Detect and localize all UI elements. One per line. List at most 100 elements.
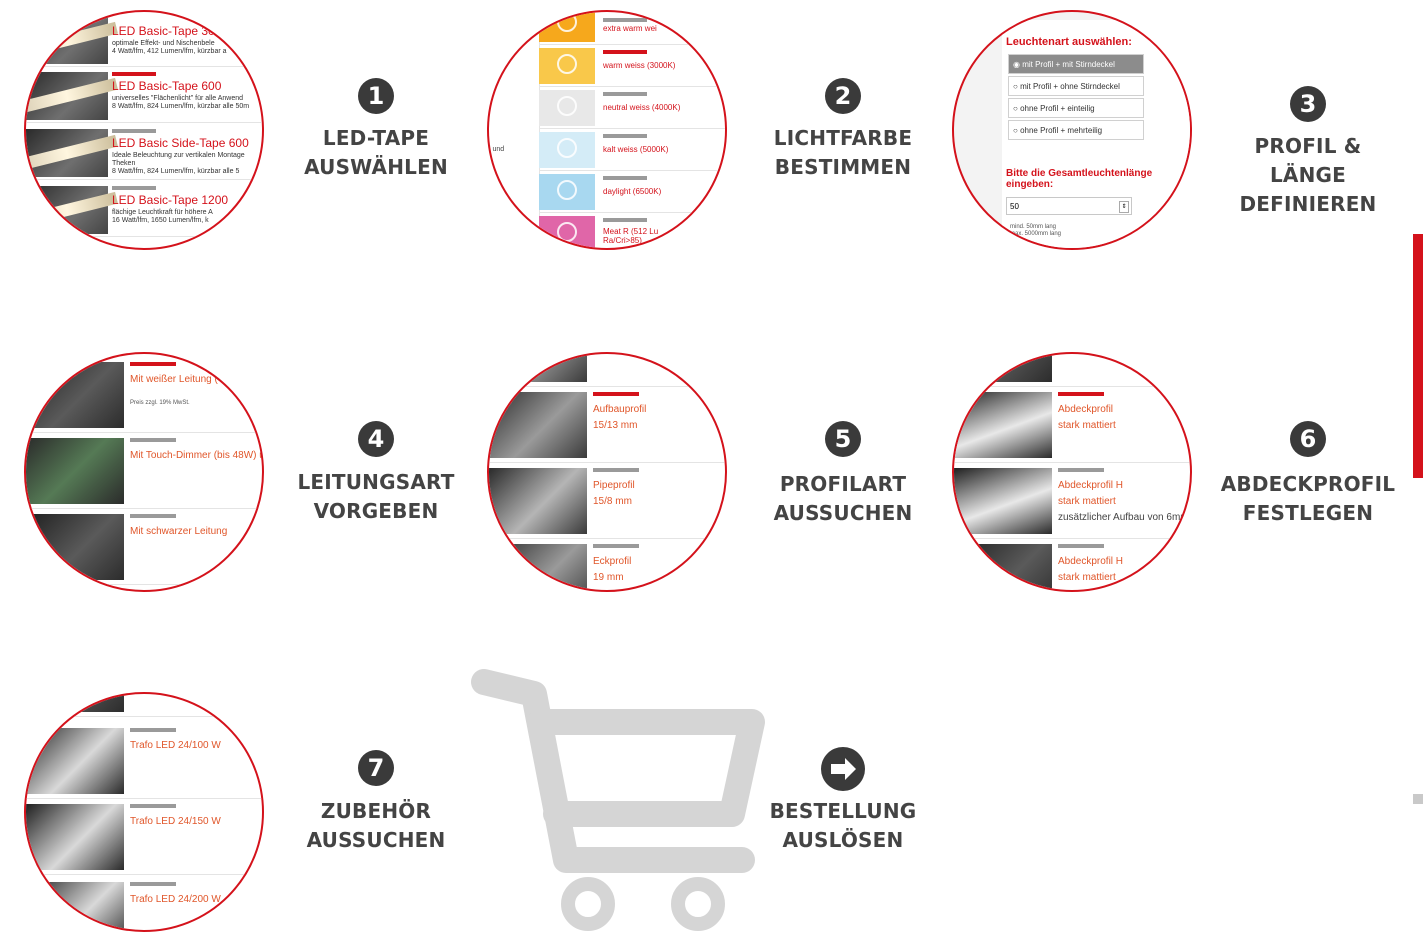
step6-label: ABDECKPROFIL FESTLEGEN [1220,472,1396,525]
color-option[interactable]: warm weiss (3000K) [539,46,725,87]
color-label: neutral weiss (4000K) [603,103,681,112]
cover-thumbnail [954,392,1052,458]
bulb-icon [557,222,577,242]
profile-item[interactable]: Pipeprofil 15/8 mm [489,464,725,539]
step7-label: ZUBEHÖR AUSSUCHEN [306,799,446,852]
bulb-icon [557,180,577,200]
color-option[interactable]: Meat R (512 Lu Ra/Cri>85) [539,214,725,248]
selected-indicator [130,362,176,366]
color-option[interactable]: neutral weiss (4000K) [539,88,725,129]
step6-preview-circle: Abdeckprofil stark mattiert Abdeckprofil … [952,352,1192,592]
bulb-icon [557,96,577,116]
profile-thumbnail [489,354,587,382]
color-label: extra warm wei [603,24,657,33]
fixture-heading: Leuchtenart auswählen: [1006,36,1132,48]
profile-item[interactable]: Eckprofil 19 mm [489,540,725,590]
step4-preview-circle: Mit weißer Leitung ( Preis zzgl. 19% MwS… [24,352,264,592]
tape-item[interactable]: LED Basic-Tape 600 universelles "Flächen… [26,68,262,123]
accessory-title: Trafo LED 24/200 W [130,894,221,905]
cover-title: Abdeckprofil stark mattiert [1058,404,1116,431]
profile-item[interactable]: Aufbauprofil 15/13 mm [489,388,725,463]
profile-title: Pipeprofil 15/8 mm [593,480,635,507]
step2-number: 2 [825,78,861,114]
fixture-option[interactable]: ○ ohne Profil + mehrteilig [1008,120,1144,140]
accessory-thumbnail [26,694,124,712]
scroll-indicator[interactable] [1413,794,1423,804]
cable-item[interactable]: Mit weißer Leitung ( Preis zzgl. 19% MwS… [26,358,262,433]
tape-item[interactable]: LED Basic Side-Tape 600 Ideale Beleuchtu… [26,125,262,180]
profile-thumbnail [489,468,587,534]
fixture-option[interactable]: ○ mit Profil + ohne Stirndeckel [1008,76,1144,96]
selected-indicator [112,72,156,76]
item-indicator [603,92,647,96]
tape-thumbnail [26,16,108,64]
price-note: Preis zzgl. 19% MwSt. [130,400,190,406]
cover-extra: zusätzlicher Aufbau von 6mm [1058,512,1189,523]
step5-preview-circle: Aufbauprofil 15/13 mm Pipeprofil 15/8 mm E… [487,352,727,592]
side-text: l und [489,146,505,153]
tape-item[interactable]: LED Basic-Tape 1200 flächige Leuchtkraft… [26,182,262,237]
cable-title: Mit weißer Leitung ( [130,374,218,385]
step4-label: LEITUNGSART VORGEBEN [297,470,455,523]
side-tab[interactable] [1413,234,1423,478]
color-label: kalt weiss (5000K) [603,145,669,154]
item-indicator [112,186,156,190]
color-option[interactable]: daylight (6500K) [539,172,725,213]
item-indicator [112,129,156,133]
cover-item[interactable]: Abdeckprofil Hstark mattiert [954,540,1190,590]
tape-desc: Ideale Beleuchtung zur vertikalen Montag… [112,152,245,175]
color-label: Meat R (512 Lu Ra/Cri>85) [603,227,659,245]
tape-title: LED Basic-Tape 600 [112,79,222,93]
cover-item[interactable]: Abdeckprofil Hstark mattiert zusätzliche… [954,464,1190,539]
length-note: mind. 50mm lang max. 5000mm lang [1010,224,1062,237]
accessory-item[interactable]: Trafo LED 24/200 W [26,878,262,930]
step3-number: 3 [1290,86,1326,122]
stepper-icon[interactable]: ⇕ [1119,201,1129,213]
tape-desc: optimale Effekt- und Nischenbele 4 Watt/l… [112,40,227,55]
item-indicator [593,544,639,548]
step4-number: 4 [358,421,394,457]
step7-number: 7 [358,750,394,786]
cable-item[interactable]: Mit schwarzer Leitung [26,510,262,585]
accessory-thumbnail [26,882,124,930]
tape-title: LED Basic-Tape 300 [112,24,222,38]
selected-indicator [1058,392,1104,396]
cable-item[interactable]: Mit Touch-Dimmer (bis 48W) u [26,434,262,509]
cover-item[interactable] [954,354,1190,387]
color-option[interactable]: extra warm wei [539,12,725,45]
color-label: daylight (6500K) [603,187,662,196]
cover-title: Abdeckprofil Hstark mattiert [1058,480,1124,507]
step6-number: 6 [1290,421,1326,457]
tape-desc: flächige Leuchtkraft für höhere A 16 Watt… [112,209,213,224]
order-label[interactable]: BESTELLUNG AUSLÖSEN [763,797,923,855]
accessory-item[interactable]: Trafo LED 24/150 W [26,800,262,875]
fixture-option[interactable]: ○ ohne Profil + einteilig [1008,98,1144,118]
arrow-right-icon[interactable] [821,747,865,791]
cover-thumbnail [954,468,1052,534]
cable-title: Mit Touch-Dimmer (bis 48W) u [130,450,264,461]
tape-item[interactable]: LED Basic-Tape 300 optimale Effekt- und … [26,12,262,67]
tape-title: LED Basic-Tape 1200 [112,193,229,207]
cover-thumbnail [954,354,1052,382]
length-input[interactable]: 50 ⇕ [1006,197,1132,215]
accessory-thumbnail [26,804,124,870]
item-indicator [130,728,176,732]
profile-title: Aufbauprofil 15/13 mm [593,404,647,431]
accessory-item[interactable]: Trafo LED 24/100 W [26,724,262,799]
bulb-icon [557,12,577,32]
item-indicator [603,18,647,22]
shopping-cart-icon[interactable] [470,664,770,932]
accessory-thumbnail [26,728,124,794]
step2-preview-circle: l und extra warm wei warm weiss (3000K) … [487,10,727,250]
accessory-item[interactable] [26,694,262,717]
profile-thumbnail [489,392,587,458]
cover-item[interactable]: Abdeckprofil stark mattiert [954,388,1190,463]
step7-preview-circle: Trafo LED 24/100 W Trafo LED 24/150 W Tr… [24,692,264,932]
fixture-option[interactable]: ◉ mit Profil + mit Stirndeckel [1008,54,1144,74]
color-option[interactable]: kalt weiss (5000K) [539,130,725,171]
length-prompt: Bitte die Gesamtleuchtenlänge eingeben: [1006,168,1153,190]
item-indicator [130,882,176,886]
tape-title: LED Basic Side-Tape 600 [112,136,249,150]
selected-indicator [593,392,639,396]
profile-item[interactable] [489,354,725,387]
